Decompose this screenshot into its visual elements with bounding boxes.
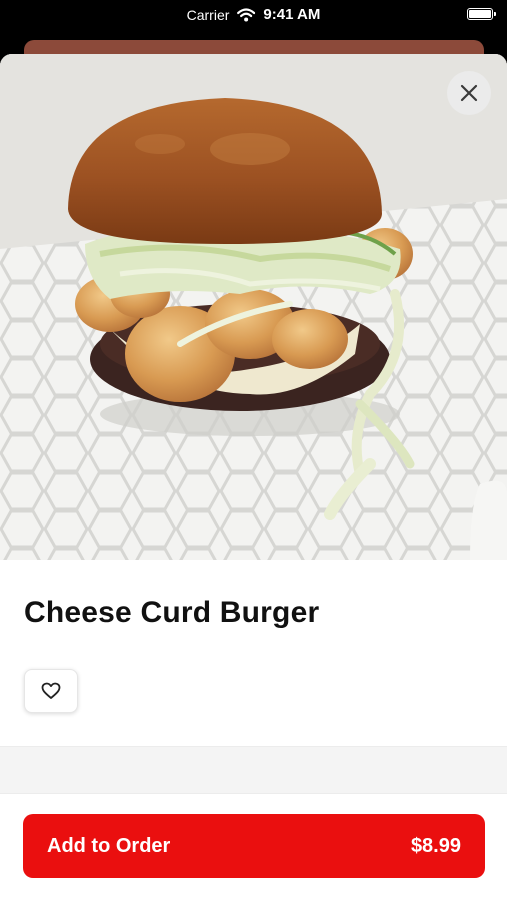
burger-photo <box>0 54 507 560</box>
wifi-icon <box>237 7 256 22</box>
close-button[interactable] <box>447 71 491 115</box>
status-bar: Carrier 9:41 AM <box>0 0 507 30</box>
heart-outline-icon <box>41 682 61 699</box>
item-title: Cheese Curd Burger <box>24 596 320 629</box>
status-center: Carrier 9:41 AM <box>187 6 321 23</box>
close-icon <box>460 84 478 102</box>
item-price: $8.99 <box>410 834 461 857</box>
add-to-order-label: Add to Order <box>47 834 171 857</box>
favorite-button[interactable] <box>24 669 78 713</box>
item-detail-sheet: Cheese Curd Burger Add to Order $8.99 <box>0 54 507 900</box>
carrier-label: Carrier <box>186 6 230 23</box>
add-to-order-button[interactable]: Add to Order $8.99 <box>23 814 485 878</box>
section-divider <box>0 746 507 794</box>
status-time: 9:41 AM <box>263 6 321 23</box>
battery-icon <box>467 8 496 20</box>
